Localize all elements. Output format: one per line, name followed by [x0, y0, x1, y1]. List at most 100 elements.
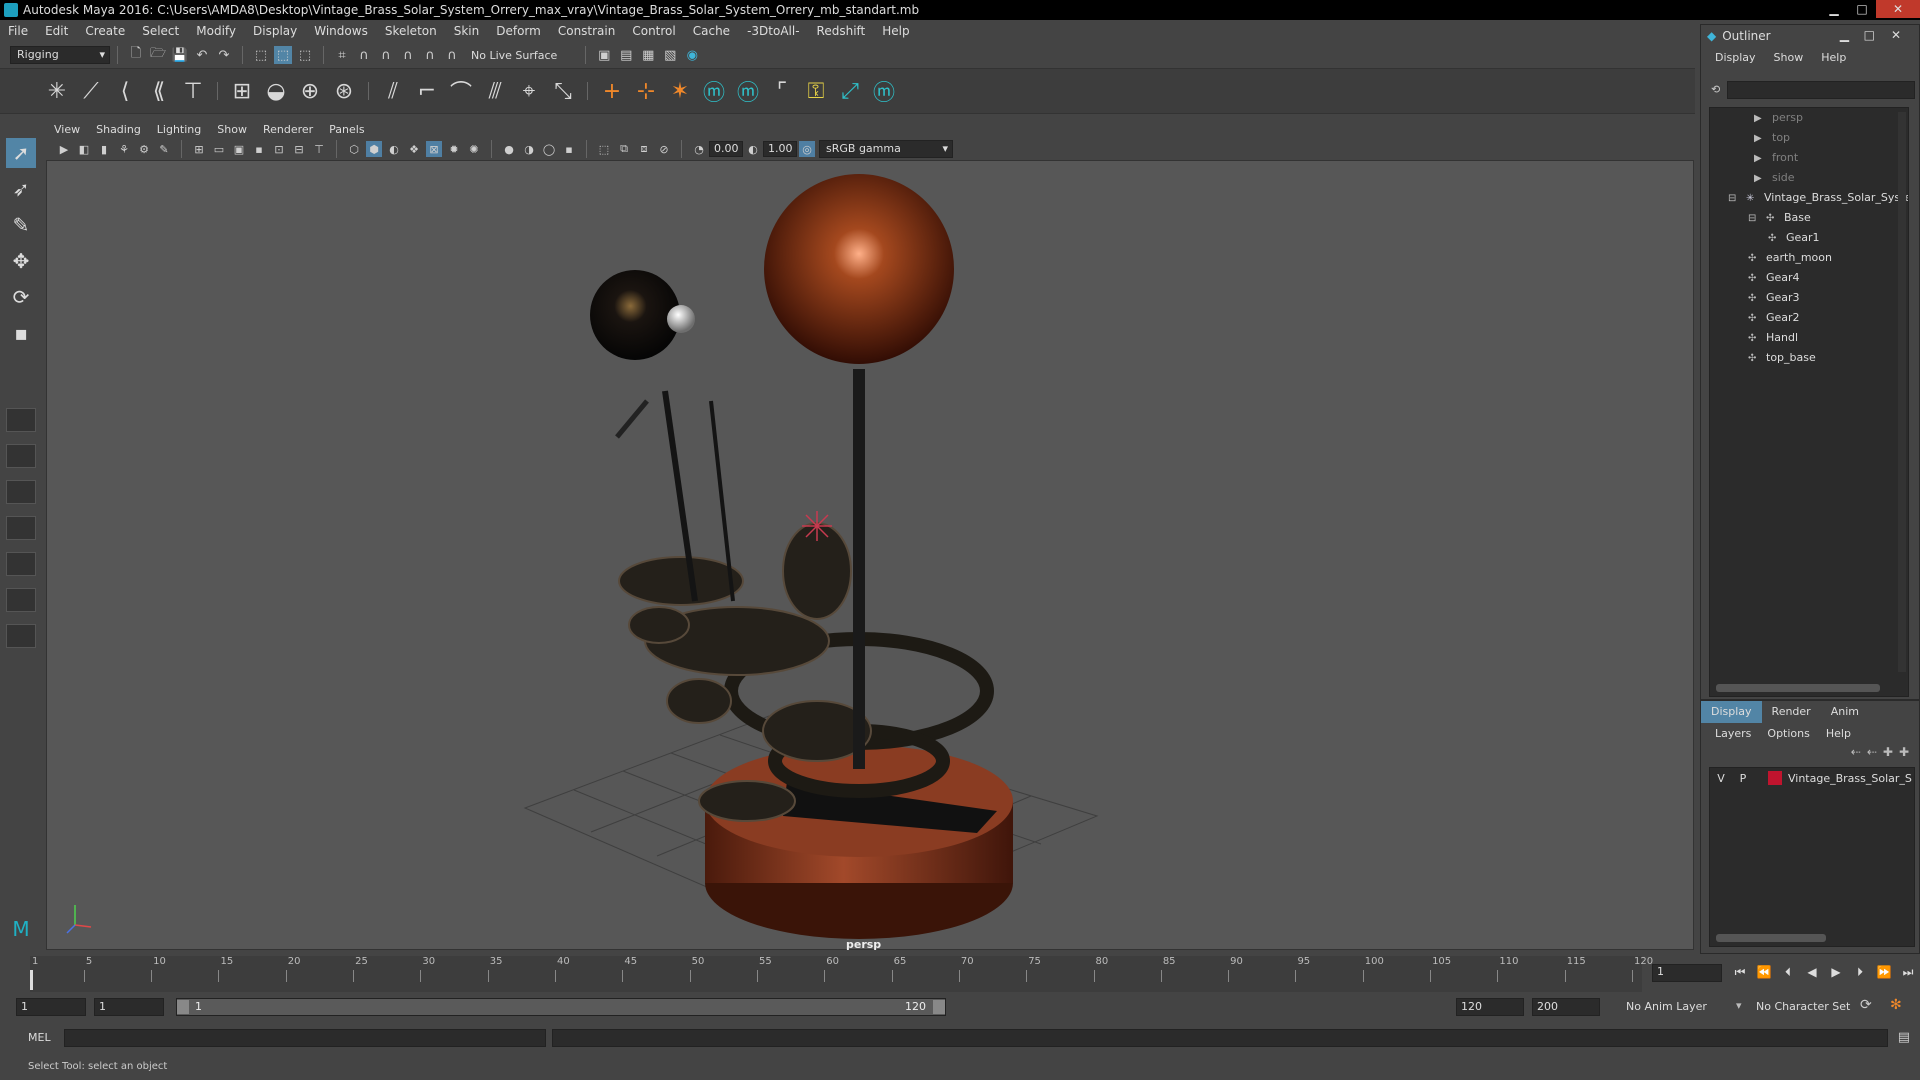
select-hierarchy-icon[interactable]: ⬚ — [252, 46, 270, 64]
bind-skin-icon[interactable]: ⫽ — [379, 77, 407, 105]
menu-create[interactable]: Create — [85, 24, 125, 38]
start-time-field[interactable]: 1 — [16, 998, 86, 1016]
collapse-icon[interactable]: ⊟ — [1748, 209, 1762, 229]
new-empty-layer-icon[interactable]: ✚ — [1883, 745, 1893, 759]
save-scene-icon[interactable]: 💾 — [171, 46, 189, 64]
menu-windows[interactable]: Windows — [314, 24, 368, 38]
ik-handle-icon[interactable]: ⟋ — [77, 77, 105, 105]
tree-node-top-base[interactable]: ✣ top_base — [1748, 348, 1816, 368]
render-settings-icon[interactable]: ▣ — [595, 46, 613, 64]
undo-icon[interactable]: ↶ — [193, 46, 211, 64]
ipr-render-icon[interactable]: ▦ — [639, 46, 657, 64]
ambient-occlusion-icon[interactable]: ✺ — [466, 141, 482, 157]
anim-layer-dropdown[interactable]: No Anim Layer — [1626, 1000, 1707, 1013]
layer-menu-options[interactable]: Options — [1767, 727, 1809, 740]
layer-color-swatch[interactable] — [1768, 771, 1782, 785]
outliner-maximize-icon[interactable]: □ — [1864, 28, 1875, 42]
new-scene-icon[interactable]: 🗋 — [127, 46, 145, 64]
grease-pencil-icon[interactable]: ✎ — [156, 141, 172, 157]
edit-influence-icon[interactable]: ⤡ — [549, 77, 577, 105]
tree-node-gear4[interactable]: ✣ Gear4 — [1748, 268, 1800, 288]
timeline-ruler[interactable]: 1 5 10 15 20 25 30 35 40 45 50 55 60 65 70 75 80 85 90 95 10… — [30, 956, 1653, 992]
wrap-icon[interactable]: ⊕ — [296, 77, 324, 105]
outliner-menu-display[interactable]: Display — [1715, 51, 1756, 64]
menu-deform[interactable]: Deform — [496, 24, 541, 38]
outliner-horizontal-scrollbar[interactable] — [1716, 684, 1880, 692]
live-surface-label[interactable]: No Live Surface — [471, 49, 557, 62]
locator-icon[interactable]: + — [598, 77, 626, 105]
layer-horizontal-scrollbar[interactable] — [1716, 934, 1826, 942]
point-constraint-icon[interactable]: ⊹ — [632, 77, 660, 105]
time-slider[interactable]: 1 5 10 15 20 25 30 35 40 45 50 55 60 65 70 75 80 85 90 95 10… — [0, 954, 1920, 994]
play-forward-icon[interactable]: ▶ — [1826, 962, 1846, 982]
render-view-icon[interactable]: ▧ — [661, 46, 679, 64]
menu-help[interactable]: Help — [882, 24, 909, 38]
close-button[interactable]: ✕ — [1876, 0, 1920, 18]
xray-icon[interactable]: ⬚ — [596, 141, 612, 157]
tree-node-base[interactable]: ⊟ ✣ Base — [1748, 208, 1811, 228]
menu-file[interactable]: File — [8, 24, 28, 38]
move-tool-icon[interactable]: ✥ — [6, 246, 36, 276]
menu-skin[interactable]: Skin — [454, 24, 480, 38]
current-time-indicator[interactable] — [30, 970, 33, 990]
outliner-minimize-icon[interactable]: ▁ — [1840, 28, 1849, 42]
tree-node-handl[interactable]: ✣ Handl — [1748, 328, 1798, 348]
graph-layout-icon[interactable] — [6, 552, 36, 576]
hik-icon[interactable]: ⓜ — [870, 77, 898, 106]
play-backward-icon[interactable]: ◀ — [1802, 962, 1822, 982]
outliner-menu-show[interactable]: Show — [1774, 51, 1804, 64]
maximize-button[interactable]: □ — [1848, 0, 1876, 18]
textured-icon[interactable]: ❖ — [406, 141, 422, 157]
perspective-viewport[interactable] — [46, 160, 1694, 950]
hypershade-icon[interactable]: ◉ — [683, 46, 701, 64]
layer-tab-display[interactable]: Display — [1701, 701, 1762, 723]
layer-menu-layers[interactable]: Layers — [1715, 727, 1751, 740]
open-scene-icon[interactable]: 🗁 — [149, 46, 167, 64]
anti-aliasing-icon[interactable]: ◑ — [521, 141, 537, 157]
lasso-tool-icon[interactable]: ➶ — [6, 174, 36, 204]
outliner-layout-icon[interactable] — [6, 516, 36, 540]
tree-node-gear3[interactable]: ✣ Gear3 — [1748, 288, 1800, 308]
tree-node-gear2[interactable]: ✣ Gear2 — [1748, 308, 1800, 328]
safe-action-icon[interactable]: ⊟ — [291, 141, 307, 157]
camera-icon[interactable]: ▶ — [56, 141, 72, 157]
auto-key-icon[interactable]: ⟳ — [1860, 997, 1872, 1013]
shadows-icon[interactable]: ✹ — [446, 141, 462, 157]
menu-redshift[interactable]: Redshift — [817, 24, 866, 38]
collapse-icon[interactable]: ⊟ — [1728, 189, 1742, 209]
lattice-icon[interactable]: ◒ — [262, 77, 290, 105]
field-chart-icon[interactable]: ⊡ — [271, 141, 287, 157]
tree-node-front[interactable]: ▶ front — [1754, 148, 1798, 168]
go-to-end-icon[interactable]: ⏭ — [1898, 962, 1918, 982]
layer-playback-toggle[interactable]: P — [1732, 772, 1754, 785]
current-frame-field[interactable]: 1 — [1652, 964, 1722, 982]
select-object-icon[interactable]: ⬚ — [274, 46, 292, 64]
wireframe-on-shaded-icon[interactable]: ◐ — [386, 141, 402, 157]
cluster-icon[interactable]: ⊞ — [228, 77, 256, 105]
orient-constraint-icon[interactable]: ⓜ — [700, 77, 728, 106]
menu-select[interactable]: Select — [142, 24, 179, 38]
tree-node-gear1[interactable]: ✣ Gear1 — [1768, 228, 1820, 248]
layer-tab-anim[interactable]: Anim — [1821, 701, 1869, 723]
menu-modify[interactable]: Modify — [196, 24, 236, 38]
xray-active-icon[interactable]: ⧈ — [636, 141, 652, 157]
select-component-icon[interactable]: ⬚ — [296, 46, 314, 64]
step-back-key-icon[interactable]: ⏴ — [1778, 962, 1798, 982]
vp-menu-view[interactable]: View — [54, 123, 80, 136]
step-back-frame-icon[interactable]: ⏪ — [1754, 962, 1774, 982]
step-forward-frame-icon[interactable]: ⏩ — [1874, 962, 1894, 982]
gamma-icon[interactable]: ◔ — [691, 141, 707, 157]
motion-blur-icon[interactable]: ● — [501, 141, 517, 157]
exposure-field[interactable]: 1.00 — [763, 141, 797, 157]
layer-row[interactable]: V P Vintage_Brass_Solar_S — [1710, 768, 1914, 788]
depth-of-field-icon[interactable]: ◯ — [541, 141, 557, 157]
outliner-filter-input[interactable] — [1727, 81, 1915, 99]
tree-node-top[interactable]: ▶ top — [1754, 128, 1790, 148]
single-pane-layout-icon[interactable] — [6, 408, 36, 432]
aim-constraint-icon[interactable]: ✶ — [666, 77, 694, 105]
step-forward-key-icon[interactable]: ⏵ — [1850, 962, 1870, 982]
menu-edit[interactable]: Edit — [45, 24, 68, 38]
range-start-handle[interactable] — [177, 1000, 189, 1014]
two-pane-layout-icon[interactable] — [6, 480, 36, 504]
orient-joint-icon[interactable]: ⊤ — [179, 77, 207, 105]
